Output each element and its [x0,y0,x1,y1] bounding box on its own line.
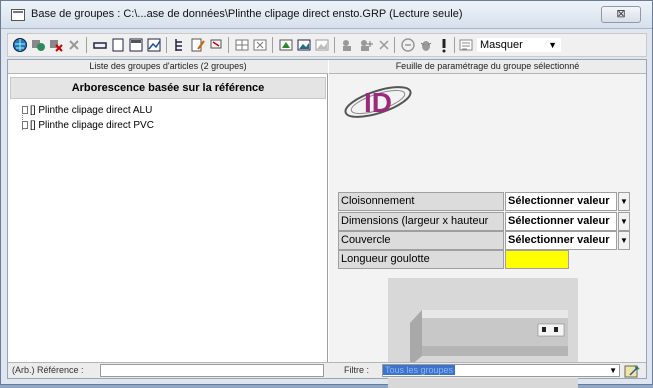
window-title: Base de groupes : C:\...ase de données\P… [31,8,463,20]
toolbar: Masquer ▼ [7,33,647,57]
flag-icon[interactable] [208,37,224,53]
param-select-dimensions[interactable]: Sélectionner valeur [505,212,617,231]
param-label-cloisonnement: Cloisonnement [338,192,504,211]
delete-icon[interactable] [66,37,82,53]
reference-input[interactable] [100,364,324,377]
exclamation-icon[interactable] [436,37,452,53]
client-area: Liste des groupes d'articles (2 groupes)… [7,59,647,388]
globe-icon[interactable] [12,37,28,53]
length-input[interactable] [505,250,569,269]
toolbar-separator [86,37,87,53]
tree-item[interactable]: [] Plinthe clipage direct ALU [22,105,152,116]
chart-icon[interactable] [146,37,162,53]
display-mode-select[interactable]: Masquer ▼ [476,37,562,53]
chevron-down-icon[interactable]: ▼ [618,192,630,211]
param-sheet-header: Feuille de paramétrage du groupe sélecti… [329,60,646,74]
tree-icon[interactable] [172,37,188,53]
logo-text: ID [364,87,392,118]
param-select-couvercle[interactable]: Sélectionner valeur [505,231,617,250]
image-disabled-icon[interactable] [314,37,330,53]
title-bar[interactable]: Base de groupes : C:\...ase de données\P… [1,1,652,29]
param-label-couvercle: Couvercle [338,231,504,250]
wizard-icon[interactable] [624,363,642,379]
toolbar-separator [454,37,455,53]
toolbar-separator [166,37,167,53]
chevron-down-icon[interactable]: ▼ [618,212,630,231]
remove-group-icon[interactable] [48,37,64,53]
chevron-down-icon: ▼ [548,40,557,50]
tree-title: Arborescence basée sur la référence [10,77,326,99]
users-add-icon[interactable] [358,37,374,53]
bottom-bar: (Arb.) Référence : Filtre : Tous les gro… [8,362,646,378]
image-icon[interactable] [296,37,312,53]
close-x-icon[interactable] [376,37,392,53]
filter-label: Filtre : [344,365,370,375]
param-select-cloisonnement[interactable]: Sélectionner valeur [505,192,617,211]
grid-icon[interactable] [234,37,250,53]
tree-item-label: [] Plinthe clipage direct ALU [30,105,153,116]
toolbar-separator [228,37,229,53]
main-window: Base de groupes : C:\...ase de données\P… [0,0,653,388]
minimize-icon[interactable] [92,37,108,53]
filter-icon[interactable] [400,37,416,53]
tree-item[interactable]: [] Plinthe clipage direct PVC [22,120,154,131]
close-window-button[interactable]: ⊠ [601,6,641,23]
tree-item-label: [] Plinthe clipage direct PVC [30,120,154,131]
tree-node-icon [22,121,28,129]
sort-icon[interactable] [458,37,474,53]
group-list-pane: Liste des groupes d'articles (2 groupes)… [8,60,328,378]
bug-icon[interactable] [418,37,434,53]
edit-icon[interactable] [190,37,206,53]
export-icon[interactable] [252,37,268,53]
tools-icon[interactable] [30,37,46,53]
filter-value: Tous les groupes [383,365,456,375]
toolbar-separator [334,37,335,53]
window-icon[interactable] [110,37,126,53]
param-label-longueur: Longueur goulotte [338,250,504,269]
group-list-header: Liste des groupes d'articles (2 groupes) [8,60,328,74]
table-icon[interactable] [128,37,144,53]
reference-label: (Arb.) Référence : [12,365,84,375]
display-mode-value: Masquer [480,39,523,51]
chevron-down-icon: ▼ [609,366,617,375]
toolbar-separator [394,37,395,53]
tree-node-icon [22,106,28,114]
id-logo: ID [344,86,412,118]
param-label-dimensions: Dimensions (largeur x hauteur mm) [338,212,504,244]
filter-select[interactable]: Tous les groupes ▼ [382,364,620,377]
app-window-icon [11,9,25,21]
chevron-down-icon[interactable]: ▼ [618,231,630,250]
toolbar-separator [272,37,273,53]
users-icon[interactable] [340,37,356,53]
plant-icon[interactable] [278,37,294,53]
